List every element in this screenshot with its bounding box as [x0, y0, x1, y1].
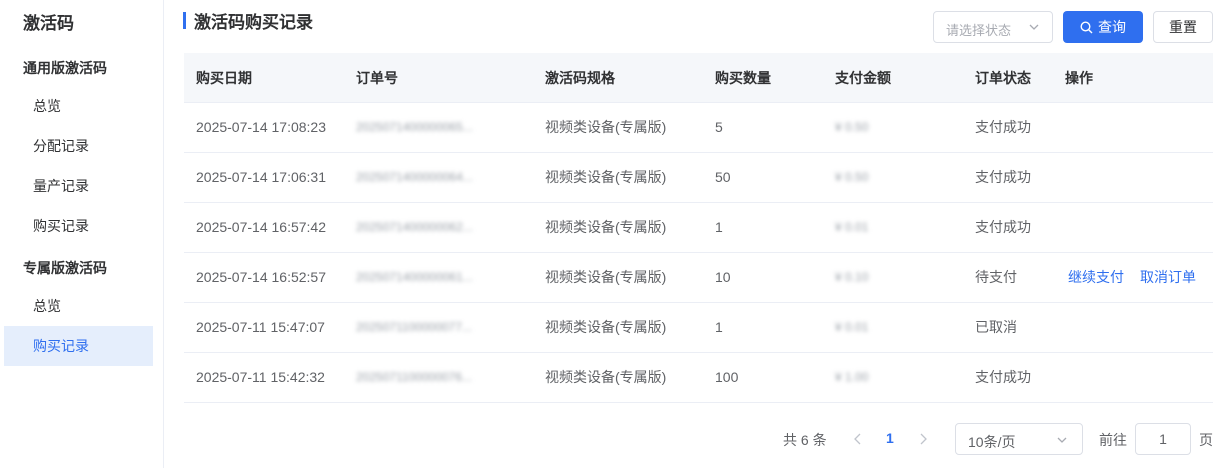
- page-size-select[interactable]: 10条/页: [955, 423, 1083, 455]
- sidebar-group-exclusive: 专属版激活码: [23, 260, 107, 276]
- goto-suffix: 页: [1199, 432, 1213, 448]
- sidebar-title: 激活码: [23, 14, 74, 33]
- column-header-spec: 激活码规格: [545, 70, 615, 86]
- cell-order-no: 2025071400000061...: [356, 270, 473, 284]
- cell-date: 2025-07-11 15:47:07: [196, 319, 325, 335]
- sidebar-item-exclusive-purchase[interactable]: 购买记录: [4, 326, 153, 366]
- cell-status: 待支付: [975, 269, 1017, 285]
- cell-order-no: 2025071400000064...: [356, 170, 473, 184]
- cell-amount: ¥ 1.00: [835, 370, 869, 384]
- chevron-down-icon: [1057, 437, 1067, 443]
- cell-order-no: 2025071100000077...: [356, 320, 472, 334]
- cell-amount: ¥ 0.50: [835, 170, 869, 184]
- chevron-right-icon[interactable]: [916, 430, 930, 448]
- goto-page-input[interactable]: [1135, 423, 1191, 455]
- cell-spec: 视频类设备(专属版): [545, 119, 667, 135]
- cell-status: 支付成功: [975, 369, 1031, 385]
- reset-button-label: 重置: [1169, 19, 1197, 35]
- page-title: 激活码购买记录: [183, 9, 313, 32]
- sidebar-item-general-allocation[interactable]: 分配记录: [4, 126, 153, 166]
- pagination-page-1[interactable]: 1: [886, 430, 894, 446]
- cell-date: 2025-07-11 15:42:32: [196, 369, 325, 385]
- cell-amount: ¥ 0.01: [835, 320, 869, 334]
- column-header-quantity: 购买数量: [715, 70, 771, 86]
- cell-quantity: 1: [715, 219, 723, 235]
- sidebar-item-general-overview[interactable]: 总览: [4, 86, 153, 126]
- table-row: 2025-07-14 16:52:57 2025071400000061... …: [184, 253, 1213, 303]
- status-select-placeholder: 请选择状态: [946, 23, 1012, 38]
- sidebar-item-exclusive-overview[interactable]: 总览: [4, 286, 153, 326]
- table-row: 2025-07-11 15:42:32 2025071100000076... …: [184, 353, 1213, 403]
- table-row: 2025-07-14 17:06:31 2025071400000064... …: [184, 153, 1213, 203]
- page-title-text: 激活码购买记录: [194, 12, 313, 32]
- table-header: 购买日期 订单号 激活码规格 购买数量 支付金额 订单状态 操作: [184, 53, 1213, 103]
- search-icon: [1080, 20, 1093, 33]
- sidebar-group-general: 通用版激活码: [23, 60, 107, 76]
- cell-date: 2025-07-14 16:52:57: [196, 269, 326, 285]
- cell-status: 支付成功: [975, 219, 1031, 235]
- goto-label: 前往: [1099, 432, 1127, 448]
- column-header-actions: 操作: [1065, 70, 1093, 86]
- page-size-value: 10条/页: [968, 434, 1016, 450]
- chevron-left-icon[interactable]: [851, 430, 865, 448]
- continue-payment-link[interactable]: 继续支付: [1068, 253, 1124, 302]
- table-row: 2025-07-14 16:57:42 2025071400000062... …: [184, 203, 1213, 253]
- sidebar-item-general-purchase[interactable]: 购买记录: [4, 206, 153, 246]
- cell-amount: ¥ 0.10: [835, 270, 869, 284]
- sidebar-item-general-production[interactable]: 量产记录: [4, 166, 153, 206]
- cell-status: 支付成功: [975, 119, 1031, 135]
- cell-quantity: 10: [715, 269, 731, 285]
- cell-order-no: 2025071400000062...: [356, 220, 473, 234]
- cell-quantity: 1: [715, 319, 723, 335]
- query-button-label: 查询: [1098, 19, 1126, 35]
- status-select[interactable]: 请选择状态: [933, 11, 1053, 43]
- cell-amount: ¥ 0.50: [835, 120, 869, 134]
- column-header-order-no: 订单号: [356, 70, 398, 86]
- title-accent-bar: [183, 11, 186, 29]
- cell-quantity: 50: [715, 169, 731, 185]
- column-header-date: 购买日期: [196, 70, 252, 86]
- cell-quantity: 100: [715, 369, 739, 385]
- cell-spec: 视频类设备(专属版): [545, 369, 667, 385]
- cell-status: 支付成功: [975, 169, 1031, 185]
- table-row: 2025-07-14 17:08:23 2025071400000065... …: [184, 103, 1213, 153]
- cell-spec: 视频类设备(专属版): [545, 219, 667, 235]
- column-header-status: 订单状态: [975, 70, 1031, 86]
- cell-order-no: 2025071100000076...: [356, 370, 472, 384]
- cell-spec: 视频类设备(专属版): [545, 169, 667, 185]
- cell-date: 2025-07-14 17:06:31: [196, 169, 326, 185]
- cell-date: 2025-07-14 16:57:42: [196, 219, 326, 235]
- table-row: 2025-07-11 15:47:07 2025071100000077... …: [184, 303, 1213, 353]
- cell-quantity: 5: [715, 119, 723, 135]
- cell-date: 2025-07-14 17:08:23: [196, 119, 326, 135]
- cell-status: 已取消: [975, 319, 1017, 335]
- cell-spec: 视频类设备(专属版): [545, 269, 667, 285]
- reset-button[interactable]: 重置: [1153, 11, 1213, 43]
- cell-order-no: 2025071400000065...: [356, 120, 473, 134]
- cell-spec: 视频类设备(专属版): [545, 319, 667, 335]
- purchase-records-table: 购买日期 订单号 激活码规格 购买数量 支付金额 订单状态 操作 2025-07…: [184, 53, 1213, 403]
- query-button[interactable]: 查询: [1063, 11, 1143, 43]
- cancel-order-link[interactable]: 取消订单: [1140, 253, 1196, 302]
- sidebar: 激活码 通用版激活码 总览 分配记录 量产记录 购买记录 专属版激活码 总览 购…: [0, 0, 164, 468]
- cell-amount: ¥ 0.01: [835, 220, 869, 234]
- chevron-down-icon: [1029, 24, 1039, 30]
- pagination-total: 共 6 条: [783, 432, 827, 448]
- column-header-amount: 支付金额: [835, 70, 891, 86]
